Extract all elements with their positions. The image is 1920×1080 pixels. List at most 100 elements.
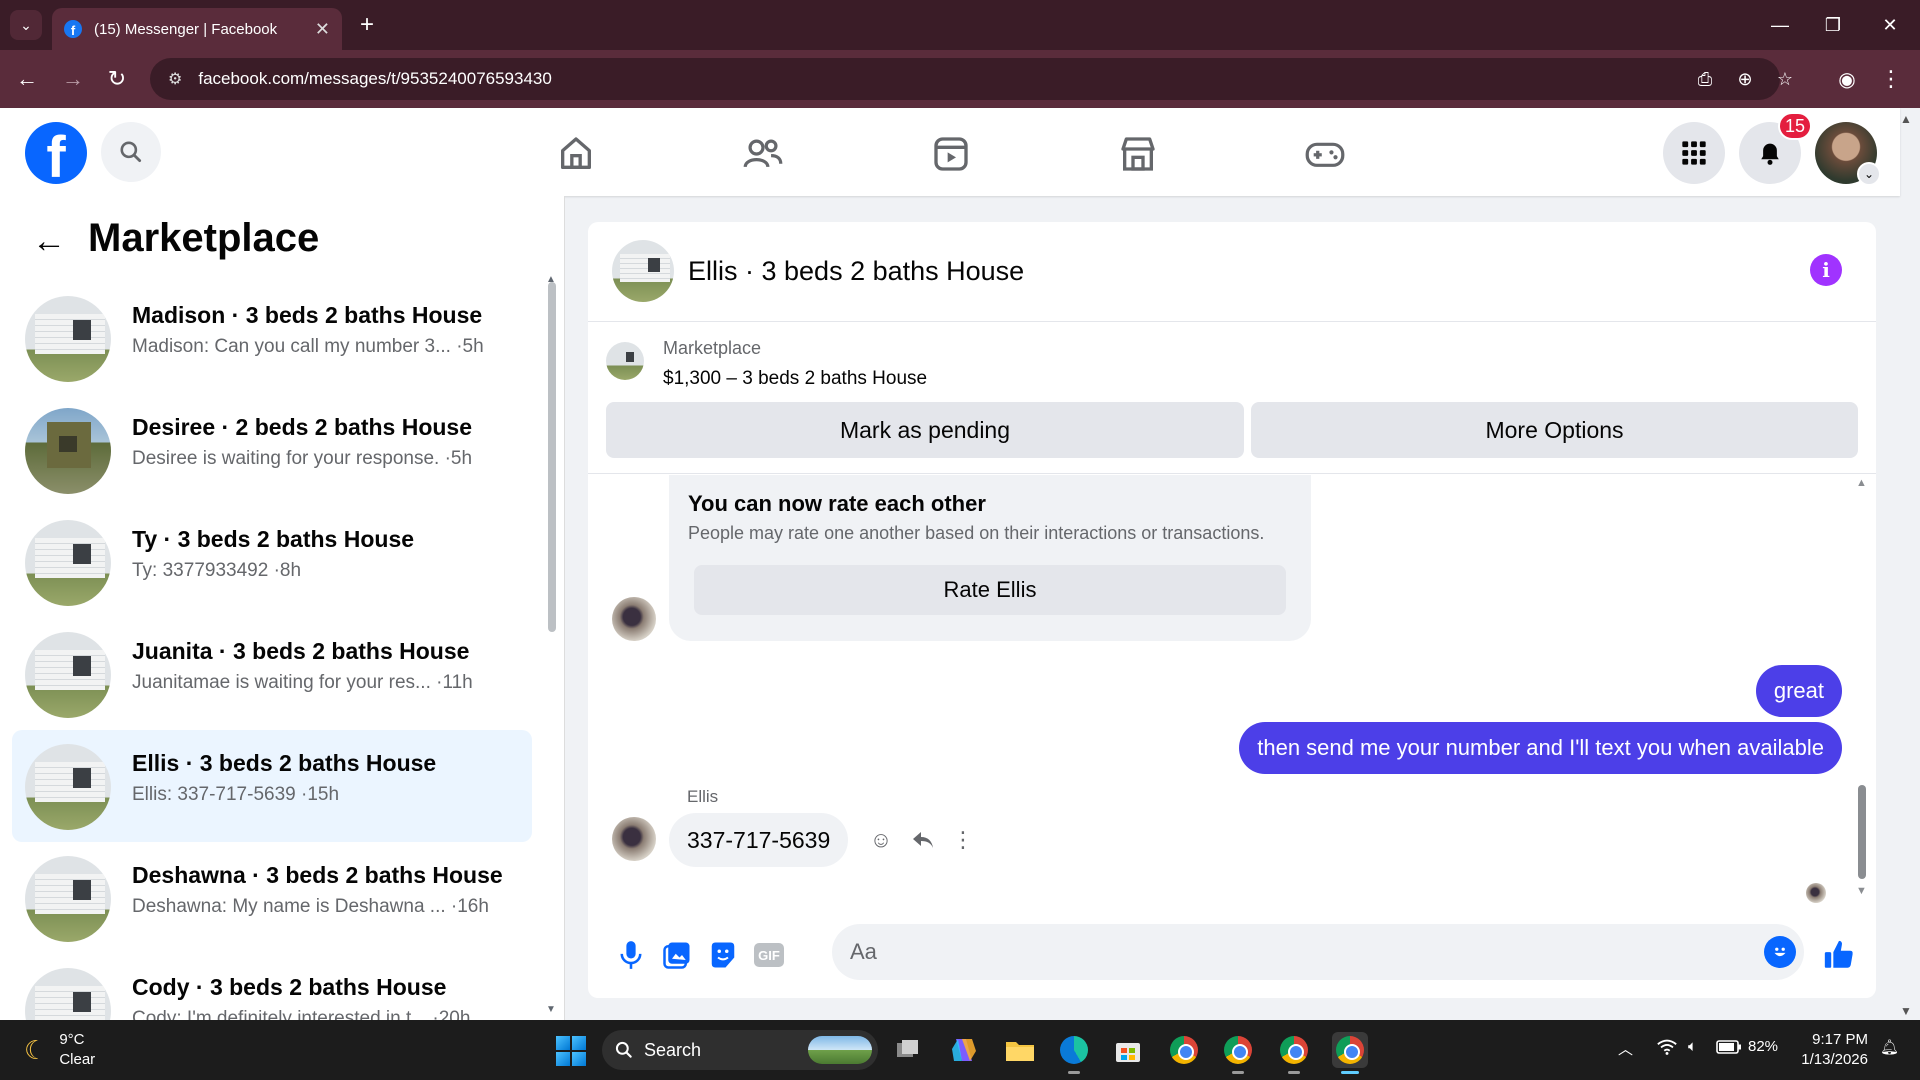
sidebar-scrollbar[interactable] bbox=[548, 282, 556, 632]
chat-listing-avatar[interactable] bbox=[612, 240, 674, 302]
site-settings-icon[interactable]: ⚙ bbox=[168, 69, 182, 89]
sticker-icon[interactable] bbox=[704, 936, 742, 974]
conversation-item-deshawna[interactable]: Deshawna · 3 beds 2 baths House Deshawna… bbox=[12, 842, 532, 954]
photo-icon[interactable] bbox=[658, 936, 696, 974]
search-highlight-image bbox=[808, 1036, 872, 1064]
browser-menu-icon[interactable]: ⋮ bbox=[1876, 64, 1906, 94]
listing-thumbnail bbox=[25, 520, 111, 606]
back-arrow-icon[interactable]: ← bbox=[12, 64, 42, 94]
scroll-up-arrow-icon[interactable]: ▲ bbox=[1856, 477, 1867, 489]
weather-widget[interactable]: ☾ 9°C Clear bbox=[24, 1030, 95, 1070]
rate-ellis-button[interactable]: Rate Ellis bbox=[694, 565, 1286, 615]
install-app-icon[interactable]: ⎙ bbox=[1690, 64, 1720, 94]
battery-indicator[interactable]: 82% bbox=[1716, 1038, 1778, 1055]
moon-icon: ☾ bbox=[24, 1034, 48, 1065]
wifi-icon[interactable] bbox=[1656, 1038, 1678, 1060]
menu-grid-icon[interactable] bbox=[1663, 122, 1725, 184]
store-icon[interactable] bbox=[1110, 1032, 1146, 1068]
conversation-item-madison[interactable]: Madison · 3 beds 2 baths House Madison: … bbox=[12, 282, 532, 394]
scroll-down-arrow-icon[interactable]: ▼ bbox=[546, 1004, 556, 1015]
forward-arrow-icon[interactable]: → bbox=[58, 64, 88, 94]
facebook-logo-icon[interactable]: f bbox=[25, 122, 87, 184]
message-input[interactable]: Aa bbox=[832, 924, 1804, 980]
conversation-preview: Juanitamae is waiting for your res... ·1… bbox=[132, 672, 473, 693]
page-scroll-up-icon[interactable]: ▲ bbox=[1900, 112, 1912, 126]
chrome-icon[interactable] bbox=[1166, 1032, 1202, 1068]
notification-center-icon[interactable]: 🔔︎ bbox=[1880, 1038, 1899, 1056]
conversation-item-cody[interactable]: Cody · 3 beds 2 baths House Cody: I'm de… bbox=[12, 954, 532, 1020]
message-scrollbar[interactable] bbox=[1858, 785, 1866, 879]
minimize-icon[interactable]: — bbox=[1750, 0, 1810, 50]
tab-search-chevron-icon[interactable]: ⌄ bbox=[10, 10, 42, 40]
chrome-profile-icon[interactable] bbox=[1276, 1032, 1312, 1074]
sender-avatar[interactable] bbox=[612, 817, 656, 861]
conversation-preview: Cody: I'm definitely interested in t... … bbox=[132, 1008, 471, 1020]
edge-icon[interactable] bbox=[1056, 1032, 1092, 1074]
incoming-message[interactable]: 337-717-5639 bbox=[669, 813, 849, 867]
more-options-button[interactable]: More Options bbox=[1251, 402, 1858, 458]
new-tab-plus-icon[interactable]: + bbox=[352, 10, 382, 40]
restore-icon[interactable]: ❐ bbox=[1803, 0, 1863, 50]
conversation-item-ellis[interactable]: Ellis · 3 beds 2 baths House Ellis: 337-… bbox=[12, 730, 532, 842]
windows-start-icon[interactable] bbox=[556, 1036, 586, 1066]
zoom-icon[interactable]: ⊕ bbox=[1730, 64, 1760, 94]
conversation-name: Ty · 3 beds 2 baths House bbox=[132, 526, 415, 552]
gif-icon[interactable]: GIF bbox=[750, 936, 788, 974]
profile-avatar[interactable]: ⌄ bbox=[1815, 122, 1881, 186]
outgoing-message[interactable]: great bbox=[1755, 665, 1842, 717]
conversation-name: Cody · 3 beds 2 baths House bbox=[132, 974, 447, 1000]
bookmark-star-icon[interactable]: ☆ bbox=[1770, 64, 1800, 94]
more-actions-icon[interactable]: ⋮ bbox=[948, 825, 978, 855]
friends-icon[interactable] bbox=[703, 126, 823, 182]
url-text: facebook.com/messages/t/9535240076593430 bbox=[198, 69, 552, 88]
page-scroll-down-icon[interactable]: ▼ bbox=[1900, 1004, 1912, 1018]
emoji-icon[interactable] bbox=[1764, 936, 1796, 968]
search-icon[interactable] bbox=[101, 122, 161, 182]
task-view-icon[interactable] bbox=[890, 1032, 926, 1068]
info-icon[interactable]: i bbox=[1810, 254, 1842, 286]
outgoing-message[interactable]: then send me your number and I'll text y… bbox=[1239, 722, 1842, 774]
listing-thumbnail[interactable] bbox=[606, 342, 644, 380]
thumbs-up-icon[interactable] bbox=[1820, 936, 1858, 974]
conversation-item-ty[interactable]: Ty · 3 beds 2 baths House Ty: 3377933492… bbox=[12, 506, 532, 618]
sender-avatar[interactable] bbox=[612, 597, 656, 641]
chrome-profile-icon[interactable] bbox=[1332, 1032, 1368, 1074]
browser-tab[interactable]: f (15) Messenger | Facebook ✕ bbox=[52, 8, 342, 50]
chrome-profile-icon[interactable] bbox=[1220, 1032, 1256, 1074]
scroll-down-arrow-icon[interactable]: ▼ bbox=[1856, 885, 1867, 897]
reply-icon[interactable] bbox=[908, 825, 938, 855]
tab-close-icon[interactable]: ✕ bbox=[315, 19, 330, 40]
video-icon[interactable] bbox=[891, 126, 1011, 182]
chat-title[interactable]: Ellis · 3 beds 2 baths House bbox=[688, 256, 1024, 287]
browser-toolbar: ← → ↻ ⚙ facebook.com/messages/t/95352400… bbox=[0, 50, 1920, 108]
mark-as-pending-button[interactable]: Mark as pending bbox=[606, 402, 1244, 458]
listing-price[interactable]: $1,300 – 3 beds 2 baths House bbox=[663, 368, 927, 390]
taskbar-clock[interactable]: 9:17 PM 1/13/2026 bbox=[1780, 1030, 1868, 1070]
back-arrow-icon[interactable]: ← bbox=[32, 222, 66, 261]
microphone-icon[interactable] bbox=[612, 936, 650, 974]
taskbar-search[interactable]: Search bbox=[602, 1030, 878, 1070]
listing-thumbnail bbox=[25, 408, 111, 494]
profile-icon[interactable]: ◉ bbox=[1832, 64, 1862, 94]
weather-condition: Clear bbox=[59, 1051, 96, 1068]
sidebar-title: Marketplace bbox=[88, 216, 320, 260]
file-explorer-icon[interactable] bbox=[1002, 1032, 1038, 1068]
gaming-icon[interactable] bbox=[1265, 126, 1385, 182]
windows-taskbar: ☾ 9°C Clear Search ︿ 🔈︎ 82% 9:17 PM 1/13… bbox=[0, 1020, 1920, 1080]
react-emoji-icon[interactable]: ☺ bbox=[866, 825, 896, 855]
seen-receipt-avatar bbox=[1806, 883, 1826, 903]
conversation-item-desiree[interactable]: Desiree · 2 beds 2 baths House Desiree i… bbox=[12, 394, 532, 506]
copilot-icon[interactable] bbox=[946, 1032, 982, 1068]
address-bar[interactable]: ⚙ facebook.com/messages/t/95352400765934… bbox=[150, 58, 1780, 100]
marketplace-icon[interactable] bbox=[1078, 126, 1198, 182]
volume-icon[interactable]: 🔈︎ bbox=[1688, 1038, 1697, 1055]
home-icon[interactable] bbox=[516, 126, 636, 182]
listing-thumbnail bbox=[25, 744, 111, 830]
reload-icon[interactable]: ↻ bbox=[102, 64, 132, 94]
close-window-icon[interactable]: ✕ bbox=[1860, 0, 1920, 50]
message-thread: You can now rate each other People may r… bbox=[588, 475, 1876, 905]
listing-source: Marketplace bbox=[663, 338, 762, 358]
marketplace-sidebar: ← Marketplace ▲ ▼ Madison · 3 beds 2 bat… bbox=[0, 196, 565, 1020]
conversation-item-juanita[interactable]: Juanita · 3 beds 2 baths House Juanitama… bbox=[12, 618, 532, 730]
tray-chevron-up-icon[interactable]: ︿ bbox=[1618, 1038, 1633, 1059]
